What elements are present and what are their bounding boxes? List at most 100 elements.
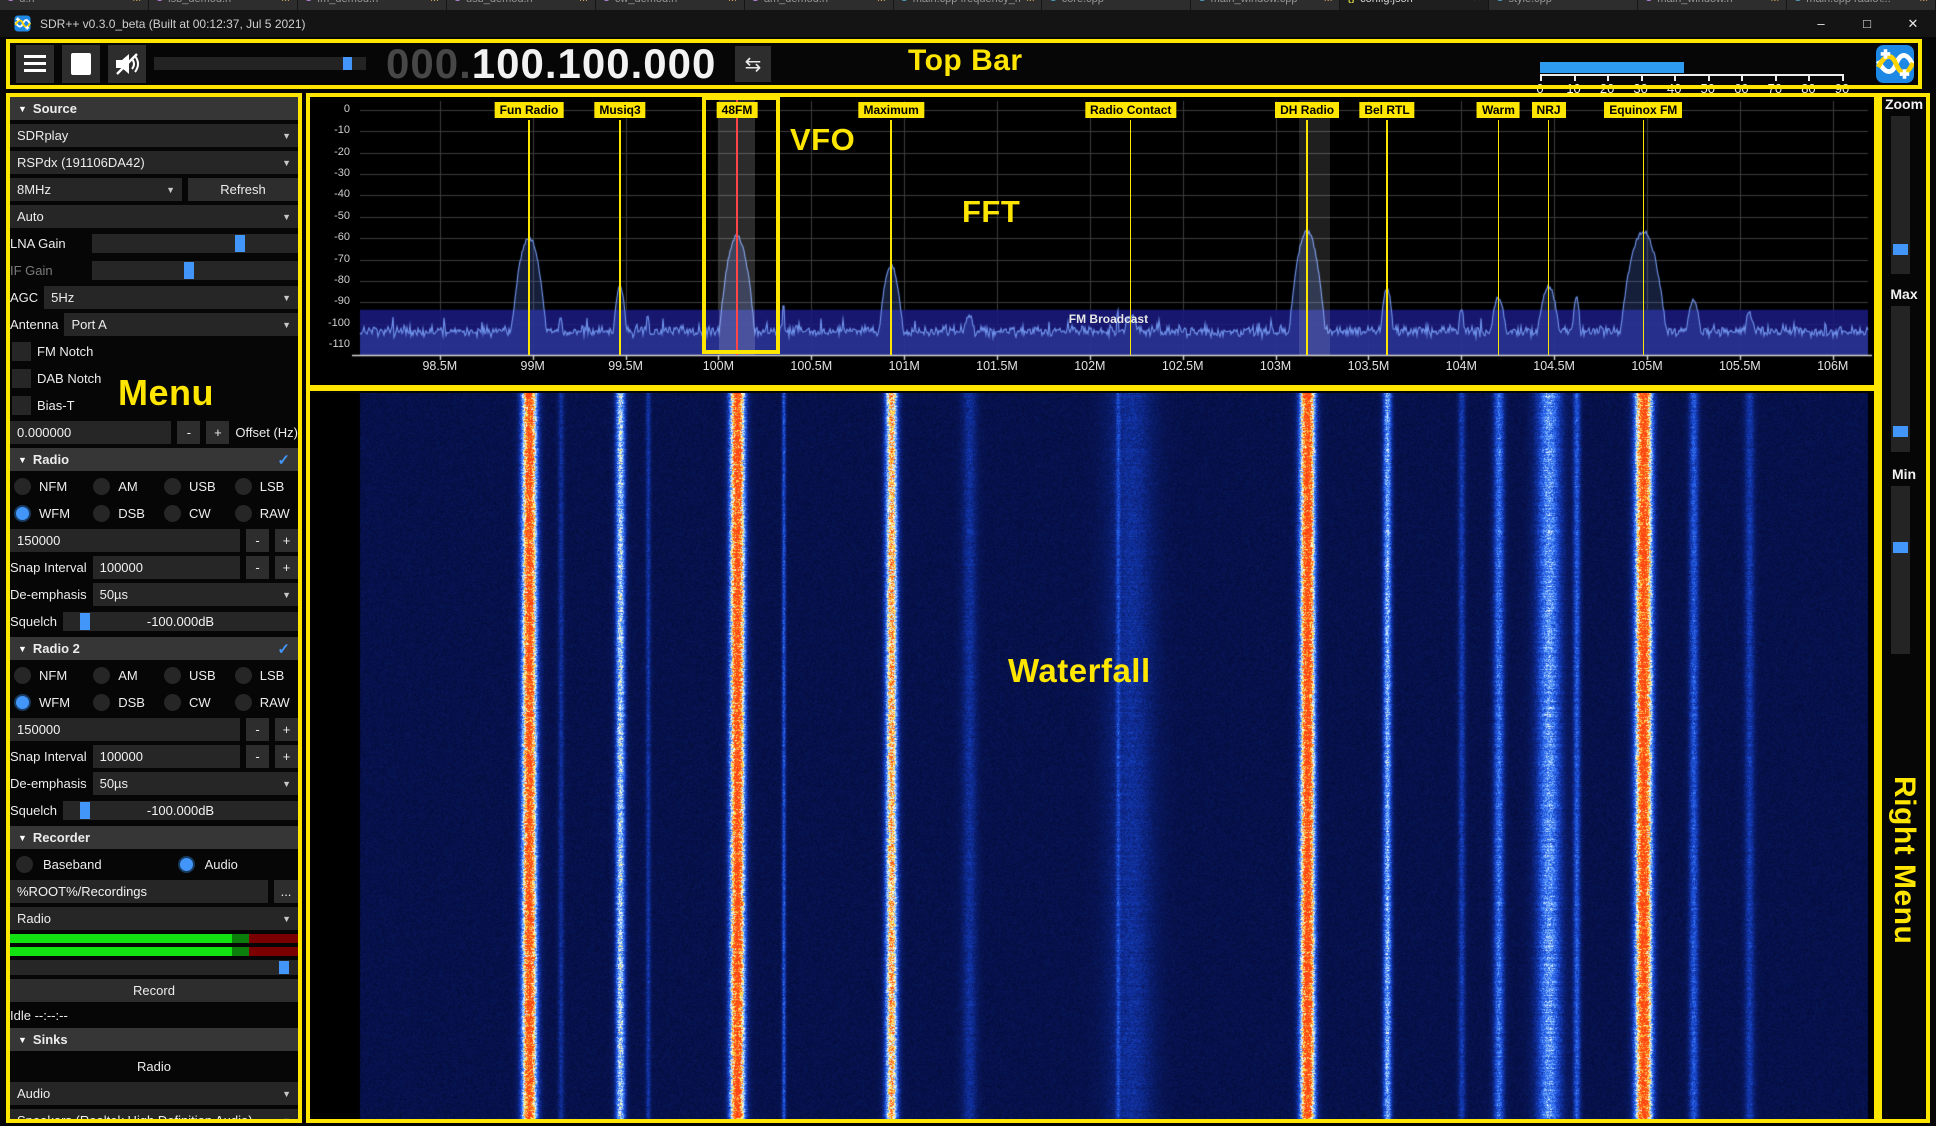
- editor-tab[interactable]: Cmain.cpp frequency_manager\...M: [894, 0, 1043, 10]
- waterfall[interactable]: [310, 393, 1874, 1119]
- editor-tab[interactable]: Cmain_window.hM: [1638, 0, 1787, 10]
- refresh-button[interactable]: Refresh: [188, 178, 298, 201]
- mode-radio[interactable]: [14, 478, 31, 495]
- mode-radio[interactable]: [93, 505, 110, 522]
- station-label[interactable]: Fun Radio: [495, 102, 564, 118]
- device-select[interactable]: RSPdx (191106DA42)▼: [10, 151, 298, 174]
- tab-modified-marker[interactable]: ✕: [1473, 0, 1481, 4]
- mode-option-dsb[interactable]: DSB: [89, 502, 160, 525]
- station-label[interactable]: Radio Contact: [1085, 102, 1176, 118]
- min-slider[interactable]: [1891, 486, 1910, 654]
- module-enabled-checkbox[interactable]: ✓: [277, 451, 290, 469]
- mode-radio[interactable]: [93, 667, 110, 684]
- maximize-button[interactable]: □: [1844, 10, 1890, 37]
- snap-plus-button[interactable]: +: [275, 556, 298, 579]
- recorder-volume-slider[interactable]: [10, 960, 298, 975]
- mode-option-am[interactable]: AM: [89, 475, 160, 498]
- editor-tab[interactable]: Ccore.cpp: [1042, 0, 1191, 10]
- recorder-stream-select[interactable]: Radio▼: [10, 907, 298, 930]
- editor-tab[interactable]: Cisb_demod.hM: [149, 0, 298, 10]
- mode-option-nfm[interactable]: NFM: [10, 664, 89, 687]
- station-label[interactable]: DH Radio: [1275, 102, 1339, 118]
- editor-tab[interactable]: Cmain.cpp radio\...M: [1787, 0, 1936, 10]
- mode-radio[interactable]: [14, 667, 31, 684]
- bandwidth-minus-button[interactable]: -: [246, 718, 269, 741]
- volume-slider[interactable]: [154, 57, 366, 70]
- slider-handle[interactable]: [235, 235, 245, 252]
- samplerate-select[interactable]: 8MHz▼: [10, 178, 182, 201]
- mode-radio[interactable]: [235, 505, 252, 522]
- mode-option-am[interactable]: AM: [89, 664, 160, 687]
- editor-tab[interactable]: Cd.hM: [0, 0, 149, 10]
- editor-tab[interactable]: Ccw_demod.hM: [596, 0, 745, 10]
- max-slider-handle[interactable]: [1893, 426, 1908, 437]
- close-button[interactable]: ✕: [1890, 10, 1936, 37]
- mode-option-raw[interactable]: RAW: [231, 691, 298, 714]
- snap-minus-button[interactable]: -: [246, 556, 269, 579]
- mode-option-raw[interactable]: RAW: [231, 502, 298, 525]
- tuning-mode-button[interactable]: ⇆: [735, 46, 771, 82]
- mode-radio[interactable]: [164, 478, 181, 495]
- editor-tab[interactable]: {}config.json✕: [1340, 0, 1489, 10]
- dab-notch-checkbox[interactable]: [12, 369, 31, 388]
- radio1-bandwidth-input[interactable]: 150000: [10, 529, 240, 552]
- menu-button[interactable]: [16, 45, 54, 83]
- section-header-recorder[interactable]: ▼ Recorder: [10, 826, 298, 849]
- bandwidth-plus-button[interactable]: +: [275, 718, 298, 741]
- zoom-slider-handle[interactable]: [1893, 244, 1908, 255]
- lna-gain-slider[interactable]: [92, 234, 298, 253]
- source-driver-select[interactable]: SDRplay▼: [10, 124, 298, 147]
- record-button[interactable]: Record: [10, 979, 298, 1002]
- snap-minus-button[interactable]: -: [246, 745, 269, 768]
- offset-minus-button[interactable]: -: [177, 421, 200, 444]
- mode-radio[interactable]: [164, 694, 181, 711]
- mode-radio[interactable]: [235, 478, 252, 495]
- bandwidth-minus-button[interactable]: -: [246, 529, 269, 552]
- station-label[interactable]: Maximum: [858, 102, 923, 118]
- frequency-display[interactable]: 000.100.100.000: [386, 40, 716, 88]
- editor-tab[interactable]: Cstyle.cpp: [1489, 0, 1638, 10]
- editor-tab[interactable]: Cusb_demod.hM: [447, 0, 596, 10]
- mode-option-cw[interactable]: CW: [160, 502, 231, 525]
- station-label[interactable]: Bel RTL: [1359, 102, 1414, 118]
- mode-radio[interactable]: [164, 667, 181, 684]
- mode-radio[interactable]: [164, 505, 181, 522]
- recording-path-input[interactable]: %ROOT%/Recordings: [10, 880, 268, 903]
- mode-option-lsb[interactable]: LSB: [231, 475, 298, 498]
- vfo-center-line[interactable]: [736, 100, 738, 355]
- agc-rate-select[interactable]: 5Hz▼: [44, 286, 298, 309]
- mode-radio[interactable]: [235, 667, 252, 684]
- bias-t-checkbox[interactable]: [12, 396, 31, 415]
- mode-option-dsb[interactable]: DSB: [89, 691, 160, 714]
- mode-option-nfm[interactable]: NFM: [10, 475, 89, 498]
- radio2-bandwidth-input[interactable]: 150000: [10, 718, 240, 741]
- vfo2-selection[interactable]: [1299, 100, 1331, 355]
- radio1-snap-input[interactable]: 100000: [93, 556, 240, 579]
- mode-option-cw[interactable]: CW: [160, 691, 231, 714]
- station-label[interactable]: NRJ: [1532, 102, 1566, 118]
- mode-radio[interactable]: [14, 694, 31, 711]
- audio-device-select[interactable]: Speakers (Realtek High Definition Audio)…: [10, 1109, 298, 1119]
- mode-option-wfm[interactable]: WFM: [10, 502, 89, 525]
- mode-radio[interactable]: [235, 694, 252, 711]
- if-gain-slider[interactable]: [92, 261, 298, 280]
- fm-notch-checkbox[interactable]: [12, 342, 31, 361]
- browse-button[interactable]: ...: [274, 880, 298, 903]
- editor-tab[interactable]: Cam_demod.hM: [745, 0, 894, 10]
- station-label[interactable]: Equinox FM: [1604, 102, 1682, 118]
- baseband-radio[interactable]: [16, 856, 33, 873]
- mode-radio[interactable]: [14, 505, 31, 522]
- offset-plus-button[interactable]: +: [206, 421, 229, 444]
- offset-input[interactable]: 0.000000: [10, 421, 171, 444]
- mute-button[interactable]: [108, 45, 146, 83]
- stop-button[interactable]: [62, 45, 100, 83]
- mode-option-lsb[interactable]: LSB: [231, 664, 298, 687]
- editor-tab[interactable]: Cmain_window.cppM: [1191, 0, 1340, 10]
- section-header-radio[interactable]: ▼ Radio ✓: [10, 448, 298, 471]
- audio-radio[interactable]: [178, 856, 195, 873]
- radio2-deemphasis-select[interactable]: 50µs▼: [93, 772, 298, 795]
- section-header-sinks[interactable]: ▼ Sinks: [10, 1028, 298, 1051]
- antenna-select[interactable]: Port A▼: [64, 313, 298, 336]
- mode-radio[interactable]: [93, 694, 110, 711]
- station-label[interactable]: 48FM: [717, 102, 758, 118]
